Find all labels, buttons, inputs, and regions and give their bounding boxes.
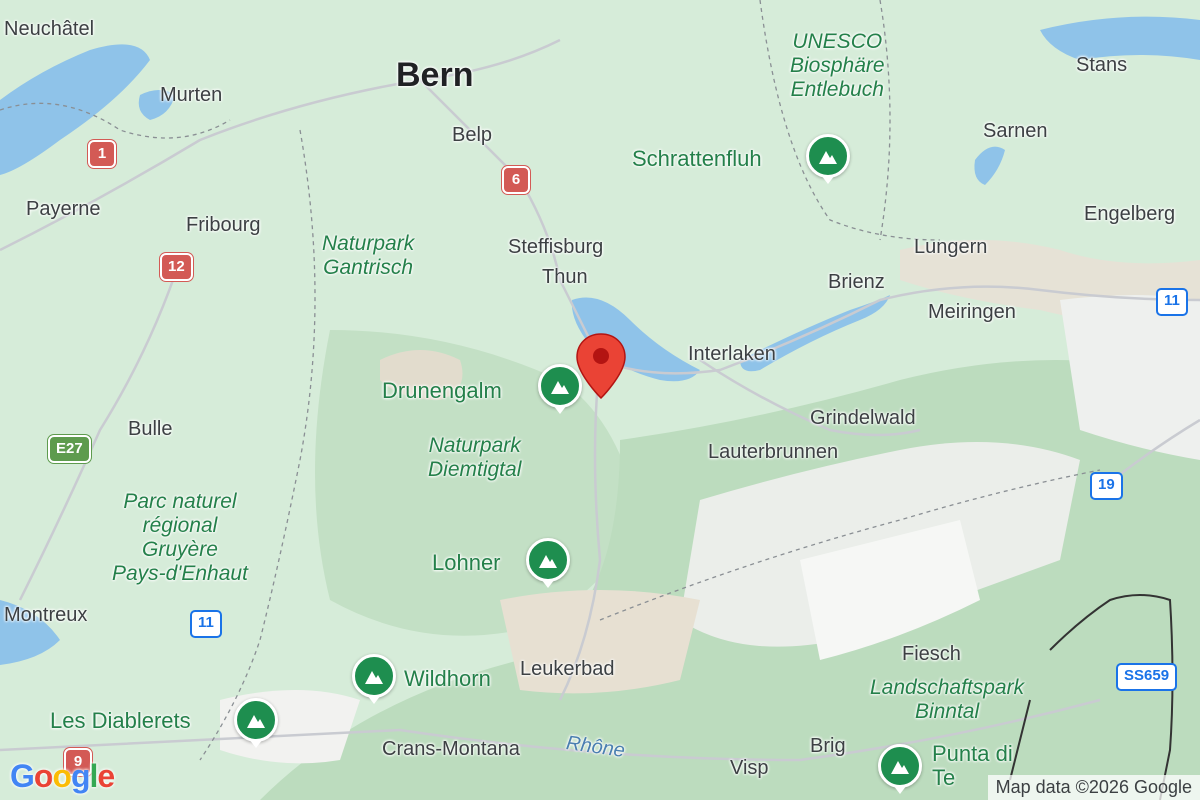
place-label-interlaken: Interlaken <box>688 343 776 365</box>
road-shield-12: 12 <box>160 253 193 281</box>
place-label-crans-montana: Crans-Montana <box>382 738 520 760</box>
place-label-steffisburg: Steffisburg <box>508 236 604 258</box>
peak-label-schrattenfluh[interactable]: Schrattenfluh <box>632 146 762 172</box>
mountain-icon[interactable] <box>526 538 570 582</box>
place-label-lungern: Lungern <box>914 236 988 258</box>
peak-label-wildhorn[interactable]: Wildhorn <box>404 666 491 692</box>
place-label-murten: Murten <box>160 84 223 106</box>
location-pin-icon[interactable] <box>574 332 628 400</box>
road-shield-19: 19 <box>1090 472 1123 500</box>
place-label-grindelwald: Grindelwald <box>810 407 916 429</box>
place-label-belp: Belp <box>452 124 493 146</box>
place-label-bulle: Bulle <box>128 418 173 440</box>
place-label-neuchatel: Neuchâtel <box>4 18 95 40</box>
place-label-leukerbad: Leukerbad <box>520 658 615 680</box>
place-label-sarnen: Sarnen <box>983 120 1048 142</box>
place-label-visp: Visp <box>730 757 769 779</box>
park-label-binntal: Landschaftspark Binntal <box>870 676 1025 723</box>
mountain-icon[interactable] <box>234 698 278 742</box>
place-label-bern: Bern <box>396 56 474 94</box>
terrain-shading <box>220 240 1200 800</box>
place-label-montreux: Montreux <box>4 604 88 626</box>
road-shield-11-west: 11 <box>190 610 222 638</box>
road-shield-e27: E27 <box>48 435 91 463</box>
place-label-fribourg: Fribourg <box>186 214 261 236</box>
mountain-icon[interactable] <box>806 134 850 178</box>
place-label-lauterbrunnen: Lauterbrunnen <box>708 441 839 463</box>
place-label-payerne: Payerne <box>26 198 101 220</box>
road-shield-1: 1 <box>88 140 116 168</box>
road-shield-6: 6 <box>502 166 530 194</box>
place-label-meiringen: Meiringen <box>928 301 1016 323</box>
road-shield-11-east: 11 <box>1156 288 1188 316</box>
place-label-fiesch: Fiesch <box>902 643 961 665</box>
mountain-icon[interactable] <box>878 744 922 788</box>
map-attribution[interactable]: Map data ©2026 Google <box>987 775 1200 800</box>
peak-label-lohner[interactable]: Lohner <box>432 550 501 576</box>
park-label-unesco-entlebuch: UNESCO Biosphäre Entlebuch <box>790 30 885 101</box>
place-label-stans: Stans <box>1076 54 1128 76</box>
place-label-thun: Thun <box>542 266 588 288</box>
peak-label-drunengalm[interactable]: Drunengalm <box>382 378 502 404</box>
peak-label-les-diablerets[interactable]: Les Diablerets <box>50 708 191 734</box>
lake-sarnen <box>974 146 1005 185</box>
park-label-gantrisch: Naturpark Gantrisch <box>322 232 415 279</box>
place-label-brig: Brig <box>810 735 846 757</box>
place-label-engelberg: Engelberg <box>1084 203 1176 225</box>
park-label-gruyere: Parc naturel régional Gruyère Pays-d'Enh… <box>112 490 248 585</box>
google-logo: Google <box>10 758 115 794</box>
lake-neuchatel <box>0 44 150 175</box>
place-label-brienz: Brienz <box>828 271 885 293</box>
park-label-diemtigtal: Naturpark Diemtigtal <box>428 434 522 481</box>
road-shield-ss659: SS659 <box>1116 663 1178 691</box>
mountain-icon[interactable] <box>352 654 396 698</box>
